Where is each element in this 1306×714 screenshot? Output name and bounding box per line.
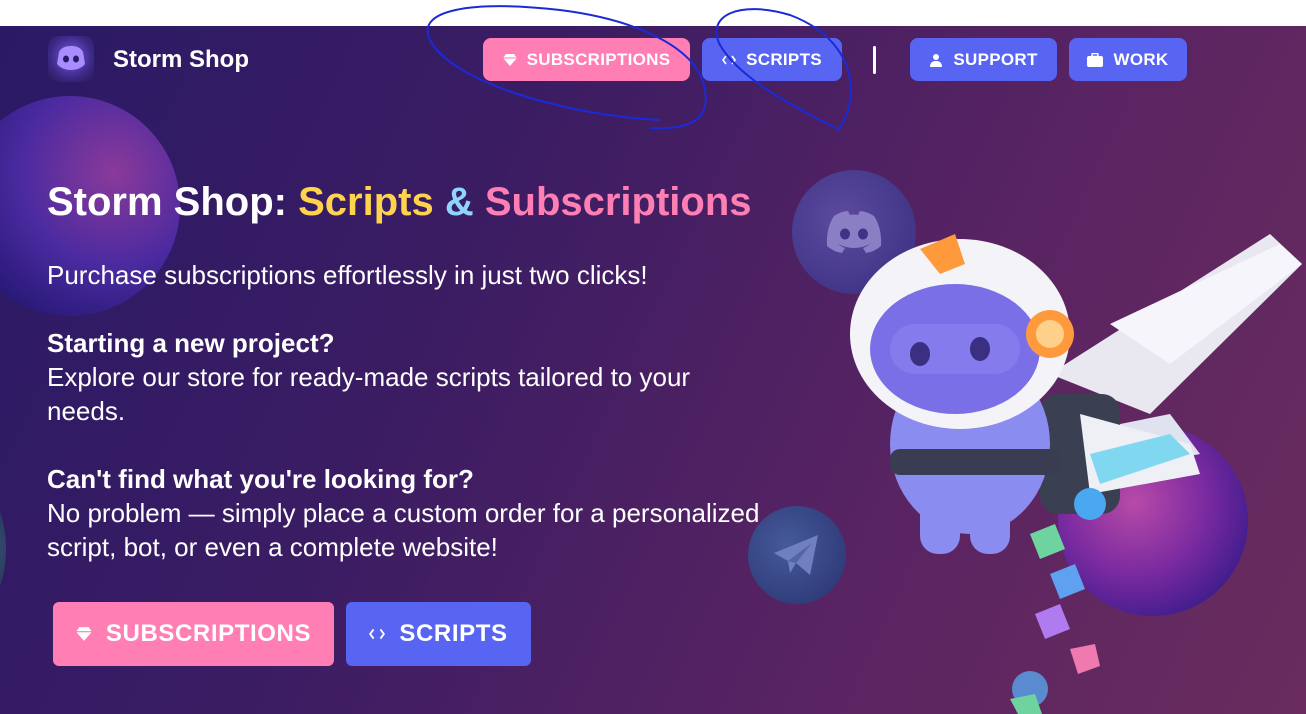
section-body-custom-order: No problem — simply place a custom order…	[47, 498, 760, 562]
discord-mascot-icon	[57, 46, 85, 70]
cta-subscriptions-button[interactable]: SUBSCRIPTIONS	[53, 602, 334, 666]
nav-support-button[interactable]: SUPPORT	[910, 38, 1057, 81]
hero-title-amp: &	[433, 180, 485, 224]
cta-subscriptions-label: SUBSCRIPTIONS	[105, 620, 312, 647]
telegram-link[interactable]	[748, 506, 846, 604]
decorative-orb	[0, 494, 6, 604]
code-icon	[369, 627, 386, 641]
hero-title: Storm Shop: Scripts & Subscriptions	[47, 180, 752, 225]
hero-title-scripts: Scripts	[298, 180, 434, 224]
cta-scripts-label: SCRIPTS	[399, 620, 508, 647]
section-body-new-project: Explore our store for ready-made scripts…	[47, 362, 691, 426]
nav-scripts-label: SCRIPTS	[746, 49, 822, 69]
nav-support-label: SUPPORT	[953, 49, 1038, 69]
cta-scripts-button[interactable]: SCRIPTS	[346, 602, 531, 666]
telegram-icon	[774, 535, 818, 575]
diamond-icon	[502, 53, 517, 66]
briefcase-icon	[1087, 52, 1104, 67]
site-logo[interactable]	[48, 36, 94, 82]
user-icon	[929, 53, 943, 67]
page-background: Storm Shop SUBSCRIPTIONS SCRIPTS SUPPORT…	[0, 26, 1306, 714]
hero-title-subscriptions: Subscriptions	[484, 180, 752, 224]
section-heading-new-project: Starting a new project?	[47, 328, 335, 358]
nav-scripts-button[interactable]: SCRIPTS	[702, 38, 842, 81]
nav-divider	[873, 46, 876, 74]
nav-work-label: WORK	[1113, 49, 1169, 69]
hero-title-prefix: Storm Shop:	[47, 180, 299, 224]
nav-subscriptions-button[interactable]: SUBSCRIPTIONS	[483, 38, 690, 81]
nav-subscriptions-label: SUBSCRIPTIONS	[526, 49, 671, 69]
astronaut-mascot-illustration	[850, 234, 1302, 714]
section-heading-custom-order: Can't find what you're looking for?	[47, 464, 474, 494]
hero-intro: Purchase subscriptions effortlessly in j…	[47, 260, 648, 290]
diamond-icon	[75, 627, 92, 641]
nav-work-button[interactable]: WORK	[1069, 38, 1187, 81]
code-icon	[722, 54, 737, 66]
brand-name[interactable]: Storm Shop	[113, 46, 249, 74]
